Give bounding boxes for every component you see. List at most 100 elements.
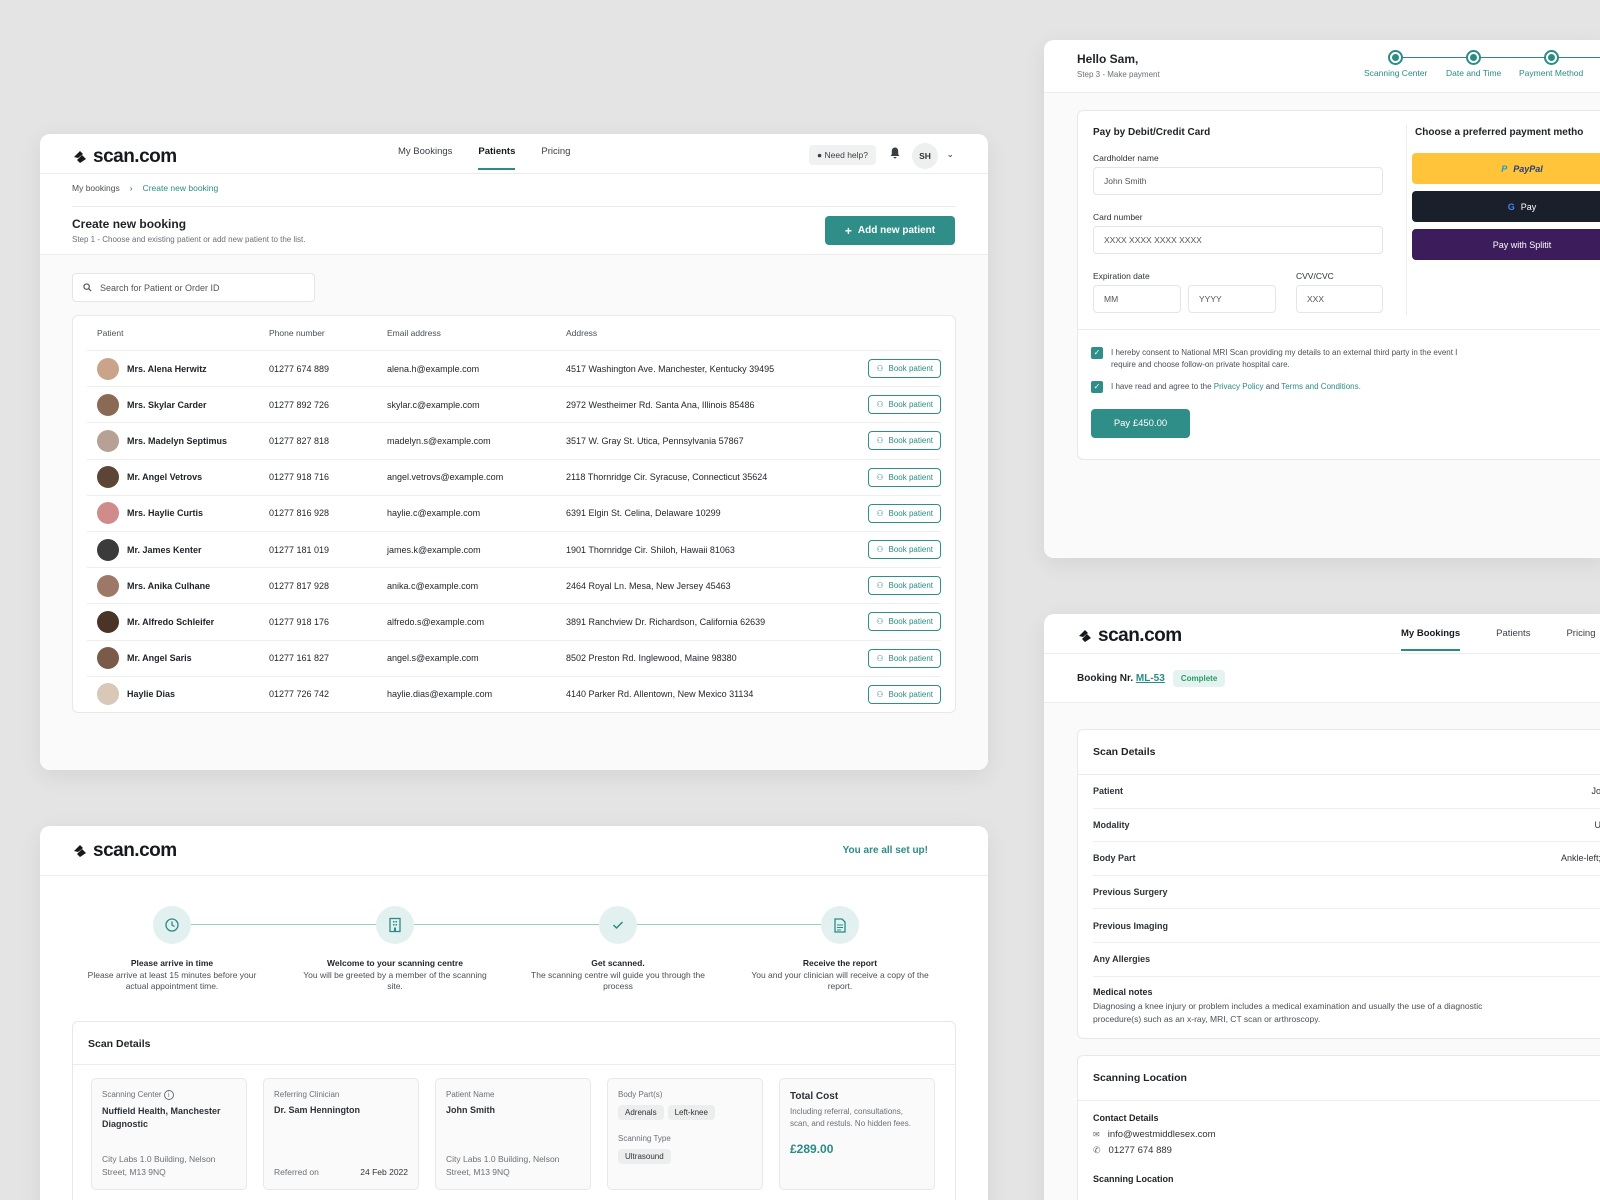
patient-name: Mrs. Haylie Curtis	[127, 508, 204, 519]
greeting-title: Hello Sam,	[1077, 52, 1139, 66]
book-patient-button[interactable]: ⚇ Book patient	[868, 540, 941, 560]
need-help-button[interactable]: ● Need help?	[809, 145, 876, 165]
create-booking-panel: scan.com My Bookings Patients Pricing ● …	[40, 134, 988, 770]
terms-link[interactable]: Terms and Conditions.	[1281, 382, 1361, 391]
brand-name: scan.com	[93, 146, 177, 167]
bell-icon[interactable]	[890, 147, 900, 159]
brand-logo[interactable]: scan.com	[72, 146, 177, 168]
detail-row: Patient Jo	[1093, 775, 1600, 809]
brand-name: scan.com	[1098, 625, 1182, 646]
step-text: You and your clinician will receive a co…	[751, 970, 929, 991]
brand-name: scan.com	[93, 840, 177, 861]
logo-icon	[1079, 630, 1091, 642]
book-patient-label: Book patient	[888, 653, 933, 663]
detail-key: Any Allergies	[1093, 954, 1151, 965]
book-patient-button[interactable]: ⚇ Book patient	[868, 431, 941, 451]
action-cell: ⚇ Book patient	[836, 395, 941, 415]
contact-email[interactable]: ✉ info@westmiddlesex.com	[1093, 1129, 1600, 1140]
book-patient-button[interactable]: ⚇ Book patient	[868, 612, 941, 632]
email-cell: alena.h@example.com	[387, 363, 480, 374]
checkbox-checked-icon[interactable]: ✓	[1091, 347, 1103, 359]
cardnumber-label: Card number	[1093, 212, 1143, 222]
avatar	[97, 429, 119, 452]
nav-patients[interactable]: Patients	[478, 134, 516, 170]
chevron-down-icon[interactable]: ⌄	[946, 149, 954, 160]
book-patient-button[interactable]: ⚇ Book patient	[868, 576, 941, 596]
nav-patients[interactable]: Patients	[1496, 614, 1530, 651]
book-patient-label: Book patient	[888, 364, 933, 374]
table-row: Mr. Alfredo Schleifer 01277 918 176 alfred…	[87, 603, 941, 639]
cardnumber-input[interactable]: XXXX XXXX XXXX XXXX	[1093, 226, 1383, 254]
terms-checkbox[interactable]: ✓ I have read and agree to the Privacy P…	[1091, 381, 1361, 393]
brand-logo[interactable]: scan.com	[1077, 625, 1182, 647]
center-address: City Labs 1.0 Building, Nelson Street, M…	[102, 1154, 216, 1177]
book-patient-button[interactable]: ⚇ Book patient	[868, 503, 941, 523]
splitit-button[interactable]: Pay with Splitit	[1412, 229, 1600, 260]
expiry-month-input[interactable]: MM	[1093, 285, 1181, 313]
google-pay-button[interactable]: G Pay	[1412, 191, 1600, 222]
confirmation-panel: scan.com You are all set up! Please arri…	[40, 826, 988, 1200]
cvv-input[interactable]: XXX	[1296, 285, 1383, 313]
scan-details-summary: Scan Details Scanning Center i Nuffield …	[72, 1021, 956, 1200]
step-label: Date and Time	[1446, 68, 1502, 78]
user-plus-icon: ⚇	[876, 364, 884, 374]
step-date-time[interactable]: Date and Time	[1446, 50, 1501, 78]
scanning-location-card: Scanning Location Contact Details ✉ info@…	[1077, 1055, 1600, 1200]
action-cell: ⚇ Book patient	[836, 540, 941, 560]
expiry-year-input[interactable]: YYYY	[1188, 285, 1276, 313]
chip: Left-knee	[667, 1105, 715, 1120]
book-patient-button[interactable]: ⚇ Book patient	[868, 359, 941, 379]
cardholder-input[interactable]: John Smith	[1093, 167, 1383, 195]
logo-icon	[74, 151, 86, 163]
nav-my-bookings[interactable]: My Bookings	[1401, 614, 1461, 651]
brand-logo[interactable]: scan.com	[72, 840, 177, 862]
email-value: info@westmiddlesex.com	[1107, 1129, 1216, 1140]
book-patient-label: Book patient	[888, 436, 933, 446]
avatar	[97, 683, 119, 706]
phone-cell: 01277 827 818	[269, 435, 330, 446]
book-patient-button[interactable]: ⚇ Book patient	[868, 684, 941, 704]
patient-cell: Mr. Angel Vetrovs	[87, 466, 269, 489]
privacy-policy-link[interactable]: Privacy Policy	[1214, 382, 1264, 391]
progress-stepper: Scanning Center Date and Time Payment Me…	[1364, 50, 1600, 86]
info-icon[interactable]: i	[163, 1090, 174, 1100]
book-patient-button[interactable]: ⚇ Book patient	[868, 467, 941, 487]
breadcrumb-my-bookings[interactable]: My bookings	[72, 183, 120, 193]
email-cell: skylar.c@example.com	[387, 399, 480, 410]
booking-id-link[interactable]: ML-53	[1136, 673, 1165, 684]
patient-cell: Mr. James Kenter	[87, 538, 269, 561]
paypal-button[interactable]: P PayPal	[1412, 153, 1600, 184]
step-scanning-center[interactable]: Scanning Center	[1364, 50, 1427, 78]
detail-row: Body Part Ankle-left;	[1093, 842, 1600, 876]
step-payment-method[interactable]: Payment Method	[1519, 50, 1583, 78]
nav-pricing[interactable]: Pricing	[541, 134, 570, 170]
contact-phone[interactable]: ✆ 01277 674 889	[1093, 1145, 1600, 1156]
nav-my-bookings[interactable]: My Bookings	[398, 134, 452, 170]
patient-label: Patient Name	[446, 1090, 495, 1099]
consent-checkbox[interactable]: ✓ I hereby consent to National MRI Scan …	[1091, 347, 1481, 371]
pay-button[interactable]: Pay £450.00	[1091, 409, 1190, 438]
nav-pricing[interactable]: Pricing	[1566, 614, 1595, 651]
book-patient-label: Book patient	[888, 472, 933, 482]
action-cell: ⚇ Book patient	[836, 359, 941, 379]
add-new-patient-button[interactable]: + Add new patient	[825, 216, 955, 245]
breadcrumb-current[interactable]: Create new booking	[143, 183, 219, 193]
user-avatar[interactable]: SH	[912, 143, 938, 169]
checkbox-checked-icon[interactable]: ✓	[1091, 381, 1103, 393]
book-patient-button[interactable]: ⚇ Book patient	[868, 648, 941, 668]
phone-cell: 01277 816 928	[269, 508, 330, 519]
patient-cell: Mr. Angel Saris	[87, 647, 269, 670]
patient-name: Mrs. Alena Herwitz	[127, 363, 207, 374]
status-badge: Complete	[1172, 670, 1226, 687]
tile-body-parts: Body Part(s) Adrenals Left-knee Scanning …	[607, 1078, 763, 1190]
notes-text: Diagnosing a knee injury or problem incl…	[1093, 1000, 1483, 1024]
search-icon	[83, 283, 92, 292]
detail-key: Previous Surgery	[1093, 887, 1168, 898]
top-navbar: scan.com My Bookings Patients Pricing ● …	[40, 134, 988, 174]
step-title: Please arrive in time	[130, 958, 214, 968]
book-patient-button[interactable]: ⚇ Book patient	[868, 395, 941, 415]
tile-scanning-center: Scanning Center i Nuffield Health, Manch…	[91, 1078, 247, 1190]
chevron-right-icon: ›	[129, 183, 133, 193]
location-title: Scanning Location	[1078, 1056, 1600, 1101]
search-input[interactable]: Search for Patient or Order ID	[72, 273, 315, 302]
